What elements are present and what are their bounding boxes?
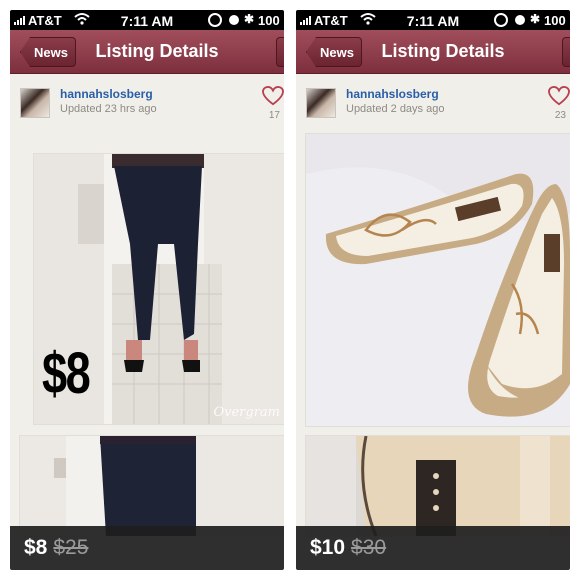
battery-label: 100 [544, 13, 566, 28]
original-price: $30 [351, 536, 387, 559]
jeans-photo-2 [20, 436, 284, 536]
current-price: $10 [310, 536, 346, 559]
current-price: $8 [24, 536, 48, 559]
rotation-lock-icon [494, 13, 508, 27]
rotation-lock-icon [208, 13, 222, 27]
listing-header: hannahslosberg Updated 2 days ago 23 [296, 74, 570, 134]
clock: 7:11 AM [406, 13, 460, 29]
clock: 7:11 AM [120, 13, 174, 29]
listing-photo[interactable]: $8 Overgram [34, 154, 284, 424]
navigation-bar: News Listing Details [296, 30, 570, 74]
nav-action-button[interactable] [562, 37, 570, 67]
listing-screen-left: AT&T 7:11 AM ✱ 100 News Listing Details … [10, 10, 284, 570]
listing-header: hannahslosberg Updated 23 hrs ago 17 [10, 74, 284, 134]
status-bar: AT&T 7:11 AM ✱ 100 [296, 10, 570, 30]
alarm-icon [515, 15, 525, 25]
battery-label: 100 [258, 13, 280, 28]
listing-photo-secondary[interactable] [20, 436, 284, 536]
avatar[interactable] [306, 88, 336, 118]
seller-username[interactable]: hannahslosberg [60, 87, 153, 101]
shoes-photo [306, 134, 570, 426]
bluetooth-icon: ✱ [530, 12, 541, 26]
listing-screen-right: AT&T 7:11 AM ✱ 100 News Listing Details … [296, 10, 570, 570]
nav-action-button[interactable] [276, 37, 284, 67]
navigation-bar: News Listing Details [10, 30, 284, 74]
like-count: 17 [268, 110, 280, 121]
seller-username[interactable]: hannahslosberg [346, 87, 439, 101]
shoes-photo-2 [306, 436, 570, 536]
status-bar: AT&T 7:11 AM ✱ 100 [10, 10, 284, 30]
listing-photo[interactable] [306, 134, 570, 426]
alarm-icon [229, 15, 239, 25]
original-price: $25 [53, 536, 89, 559]
app-watermark: Overgram [213, 405, 280, 420]
bluetooth-icon: ✱ [244, 12, 255, 26]
updated-timestamp: Updated 23 hrs ago [60, 103, 157, 115]
heart-icon[interactable] [548, 86, 570, 106]
like-count: 23 [554, 110, 566, 121]
photo-price-overlay: $8 [42, 341, 91, 406]
avatar[interactable] [20, 88, 50, 118]
heart-icon[interactable] [262, 86, 284, 106]
price-bar: $8 $25 [10, 526, 284, 570]
page-title: Listing Details [381, 41, 505, 61]
price-bar: $10 $30 [296, 526, 570, 570]
updated-timestamp: Updated 2 days ago [346, 103, 445, 115]
page-title: Listing Details [95, 41, 219, 61]
listing-photo-secondary[interactable] [306, 436, 570, 536]
